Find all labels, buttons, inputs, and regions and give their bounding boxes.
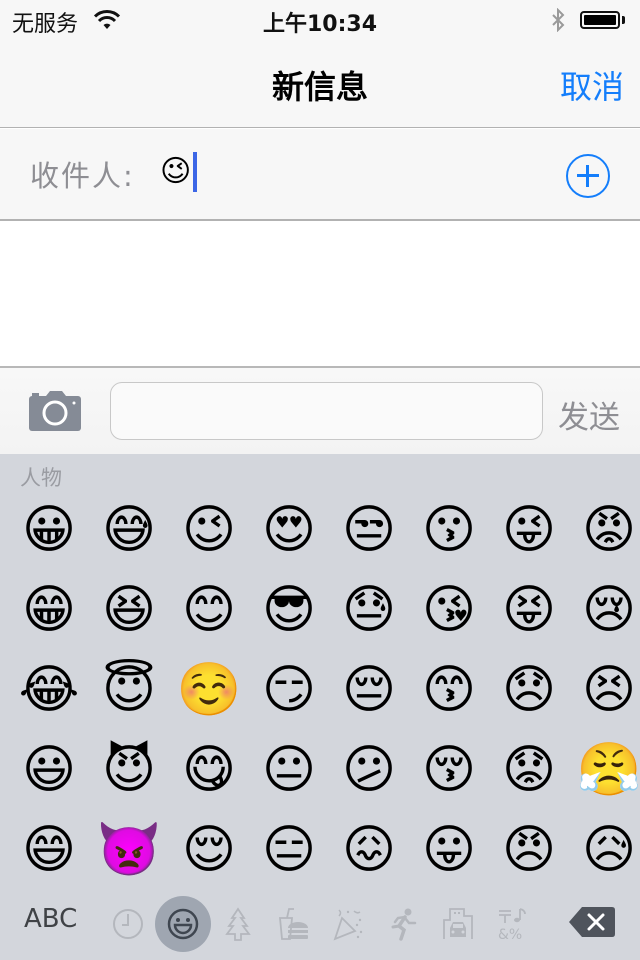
battery-level	[584, 15, 616, 25]
composer-bar: 发送	[0, 366, 640, 454]
emoji-key[interactable]: 😕	[329, 730, 409, 810]
add-contact-button[interactable]	[566, 154, 610, 198]
category-activity[interactable]	[375, 896, 431, 952]
emoji-key[interactable]: 😀	[9, 490, 89, 570]
emoji-key[interactable]: 😊	[169, 570, 249, 650]
emoji-key[interactable]: 😘	[409, 570, 489, 650]
emoji-key[interactable]: 😓	[329, 570, 409, 650]
emoji-key[interactable]: 😋	[169, 730, 249, 810]
emoji-grid: 😀 😅 😉 😍 😒 😗 😜 😡 😁 😆 😊 😎 😓 😘 😝 😢 😂 😇 ☺️ 😏 😔 😙 😞 😣 😃 😈 😋 😐 😕 😚 😟 😤 😄 👿 😌 😑 😖 😛 😠…	[0, 490, 640, 890]
emoji-key[interactable]: 😤	[569, 730, 640, 810]
keyboard-bottom-bar: ABC &%	[0, 890, 640, 960]
party-popper-icon	[333, 909, 363, 941]
abc-key[interactable]: ABC	[24, 904, 77, 934]
nav-bar: 新信息 取消	[0, 40, 640, 128]
burger-icon	[279, 908, 308, 940]
emoji-key[interactable]: 😈	[89, 730, 169, 810]
delete-key[interactable]	[568, 906, 616, 938]
page-title: 新信息	[271, 68, 368, 106]
cancel-button[interactable]: 取消	[560, 62, 624, 108]
recipient-label: 收件人:	[30, 159, 135, 193]
emoji-key[interactable]: 😞	[489, 650, 569, 730]
emoji-key[interactable]: 😏	[249, 650, 329, 730]
category-recent[interactable]	[100, 896, 156, 952]
emoji-key[interactable]: 😝	[489, 570, 569, 650]
emoji-key[interactable]: 😔	[329, 650, 409, 730]
status-time: 上午10:34	[262, 12, 378, 37]
emoji-category-label: 人物	[20, 466, 62, 490]
emoji-key[interactable]: 😇	[89, 650, 169, 730]
emoji-key[interactable]: 😗	[409, 490, 489, 570]
emoji-key[interactable]: 😥	[569, 810, 640, 890]
emoji-key[interactable]: 😍	[249, 490, 329, 570]
emoji-key[interactable]: 😢	[569, 570, 640, 650]
emoji-key[interactable]: 😜	[489, 490, 569, 570]
emoji-key[interactable]: 😃	[9, 730, 89, 810]
emoji-key[interactable]: ☺️	[169, 650, 249, 730]
recipient-value: 😉	[160, 154, 192, 189]
emoji-key[interactable]: 😉	[169, 490, 249, 570]
emoji-key[interactable]: 😒	[329, 490, 409, 570]
category-symbols[interactable]: &%	[485, 896, 541, 952]
category-nature[interactable]	[210, 896, 266, 952]
emoji-key[interactable]: 😆	[89, 570, 169, 650]
text-caret	[193, 152, 198, 192]
camera-icon[interactable]	[28, 390, 82, 432]
emoji-key[interactable]: 😚	[409, 730, 489, 810]
building-car-icon	[443, 908, 473, 939]
emoji-key[interactable]: 👿	[89, 810, 169, 890]
emoji-key[interactable]: 😅	[89, 490, 169, 570]
symbols-icon: &%	[498, 908, 526, 942]
emoji-key[interactable]: 😌	[169, 810, 249, 890]
message-input[interactable]	[110, 382, 543, 440]
send-button[interactable]: 发送	[558, 392, 620, 437]
recipient-input[interactable]: 😉	[160, 147, 540, 197]
status-bar: 无服务 上午10:34	[0, 0, 640, 40]
bluetooth-icon	[552, 8, 565, 32]
svg-text:&%: &%	[498, 927, 522, 942]
emoji-keyboard: 人物 😀 😅 😉 😍 😒 😗 😜 😡 😁 😆 😊 😎 😓 😘 😝 😢 😂 😇 ☺️ 😏 😔 😙 😞 😣 😃 😈 😋 😐 😕 😚 😟 😤 😄 👿 😌 😑…	[0, 454, 640, 960]
smiley-icon	[167, 908, 199, 940]
category-people[interactable]	[155, 896, 211, 952]
emoji-key[interactable]: 😛	[409, 810, 489, 890]
emoji-key[interactable]: 😣	[569, 650, 640, 730]
battery-icon	[580, 11, 620, 29]
tree-icon	[225, 907, 251, 941]
battery-tip	[622, 16, 625, 24]
category-food[interactable]	[265, 896, 321, 952]
runner-icon	[391, 908, 417, 941]
emoji-key[interactable]: 😂	[9, 650, 89, 730]
emoji-key[interactable]: 😑	[249, 810, 329, 890]
emoji-key[interactable]: 😠	[489, 810, 569, 890]
emoji-key[interactable]: 😁	[9, 570, 89, 650]
emoji-key[interactable]: 😖	[329, 810, 409, 890]
message-area	[0, 222, 640, 366]
emoji-key[interactable]: 😎	[249, 570, 329, 650]
category-places[interactable]	[430, 896, 486, 952]
emoji-key[interactable]: 😙	[409, 650, 489, 730]
emoji-key[interactable]: 😟	[489, 730, 569, 810]
emoji-key[interactable]: 😐	[249, 730, 329, 810]
emoji-key[interactable]: 😄	[9, 810, 89, 890]
clock-icon	[113, 909, 143, 939]
recipient-row: 收件人: 😉	[0, 129, 640, 221]
category-celebration[interactable]	[320, 896, 376, 952]
emoji-key[interactable]: 😡	[569, 490, 640, 570]
